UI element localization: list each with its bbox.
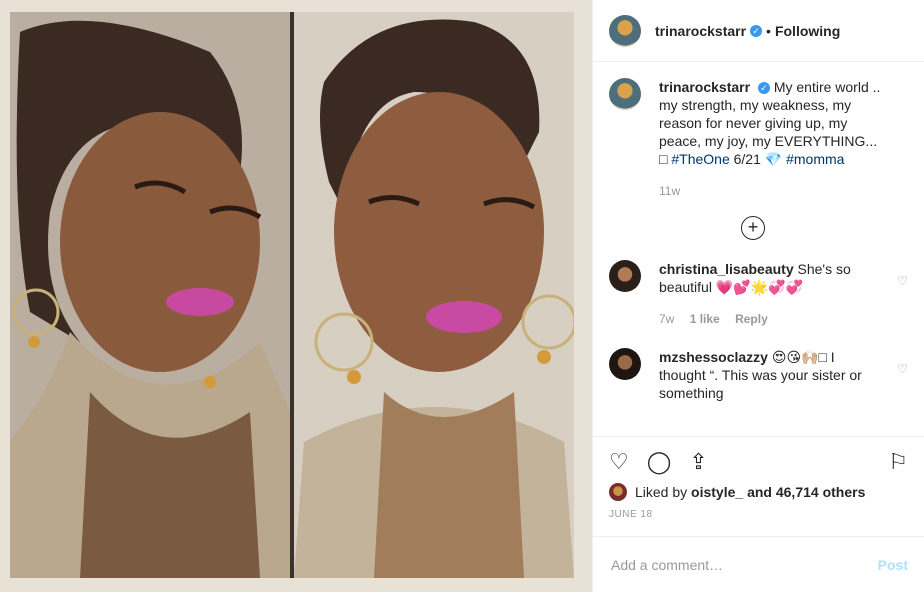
- portrait-right: [294, 12, 574, 578]
- comment-icon[interactable]: ◯: [647, 449, 672, 475]
- caption-username[interactable]: trinarockstarr: [659, 79, 750, 95]
- header-username[interactable]: trinarockstarr: [655, 23, 746, 39]
- comment-body: mzshessoclazzy 😍😘🙌🏼□ I thought “. This w…: [659, 348, 881, 402]
- caption: trinarockstarr ✓ My entire world .. my s…: [609, 78, 908, 200]
- post-button[interactable]: Post: [878, 557, 908, 573]
- photo-frame: [0, 0, 592, 592]
- post-media[interactable]: [0, 0, 592, 592]
- comment-avatar[interactable]: [609, 348, 641, 380]
- comment-body: christina_lisabeauty She's so beautiful …: [659, 260, 881, 328]
- comments-section[interactable]: trinarockstarr ✓ My entire world .. my s…: [593, 62, 924, 437]
- caption-body: trinarockstarr ✓ My entire world .. my s…: [659, 78, 881, 200]
- caption-date-text: 6/21 💎: [733, 151, 783, 167]
- comment-heart-icon[interactable]: ♡: [897, 362, 908, 376]
- photo-left-panel: [10, 12, 290, 578]
- verified-icon: ✓: [750, 24, 763, 37]
- reply-button[interactable]: Reply: [735, 312, 768, 326]
- instagram-post: trinarockstarr ✓ • Following trinarockst…: [0, 0, 924, 592]
- separator-dot: •: [766, 22, 771, 39]
- comment-username[interactable]: mzshessoclazzy: [659, 349, 768, 365]
- comment-username[interactable]: christina_lisabeauty: [659, 261, 794, 277]
- post-header: trinarockstarr ✓ • Following: [593, 0, 924, 62]
- post-date[interactable]: JUNE 18: [593, 501, 924, 520]
- verified-icon: ✓: [757, 82, 770, 95]
- caption-meta: 11w: [659, 182, 881, 200]
- photo-right-panel: [294, 12, 574, 578]
- share-icon[interactable]: ⇪: [689, 449, 707, 475]
- hashtag-link[interactable]: #momma: [786, 151, 844, 167]
- hashtag-link[interactable]: #TheOne: [671, 151, 729, 167]
- caption-avatar[interactable]: [609, 78, 641, 110]
- comment-item: mzshessoclazzy 😍😘🙌🏼□ I thought “. This w…: [609, 348, 908, 402]
- comment-input[interactable]: [609, 555, 878, 574]
- comment-likes[interactable]: 1 like: [690, 312, 720, 326]
- following-button[interactable]: Following: [775, 23, 840, 39]
- portrait-left: [10, 12, 290, 578]
- comment-age[interactable]: 7w: [659, 312, 674, 326]
- add-comment-bar: Post: [593, 536, 924, 592]
- likes-prefix: Liked by: [635, 484, 688, 500]
- comment-heart-icon[interactable]: ♡: [897, 274, 908, 288]
- likes-row: Liked by oistyle_ and 46,714 others: [593, 475, 924, 501]
- bookmark-icon[interactable]: ⚐: [888, 449, 908, 475]
- heart-icon[interactable]: ♡: [609, 449, 629, 475]
- comment-meta: 7w 1 like Reply: [659, 310, 881, 328]
- liker-avatar[interactable]: [609, 483, 627, 501]
- action-bar: ♡ ◯ ⇪ ⚐: [593, 437, 924, 475]
- plus-circle-icon[interactable]: +: [741, 216, 765, 240]
- likes-count[interactable]: and 46,714 others: [747, 484, 865, 500]
- caption-age[interactable]: 11w: [659, 184, 680, 198]
- liker-username[interactable]: oistyle_: [691, 484, 743, 500]
- comment-item: christina_lisabeauty She's so beautiful …: [609, 260, 908, 328]
- post-sidebar: trinarockstarr ✓ • Following trinarockst…: [592, 0, 924, 592]
- avatar[interactable]: [609, 14, 641, 47]
- comment-avatar[interactable]: [609, 260, 641, 292]
